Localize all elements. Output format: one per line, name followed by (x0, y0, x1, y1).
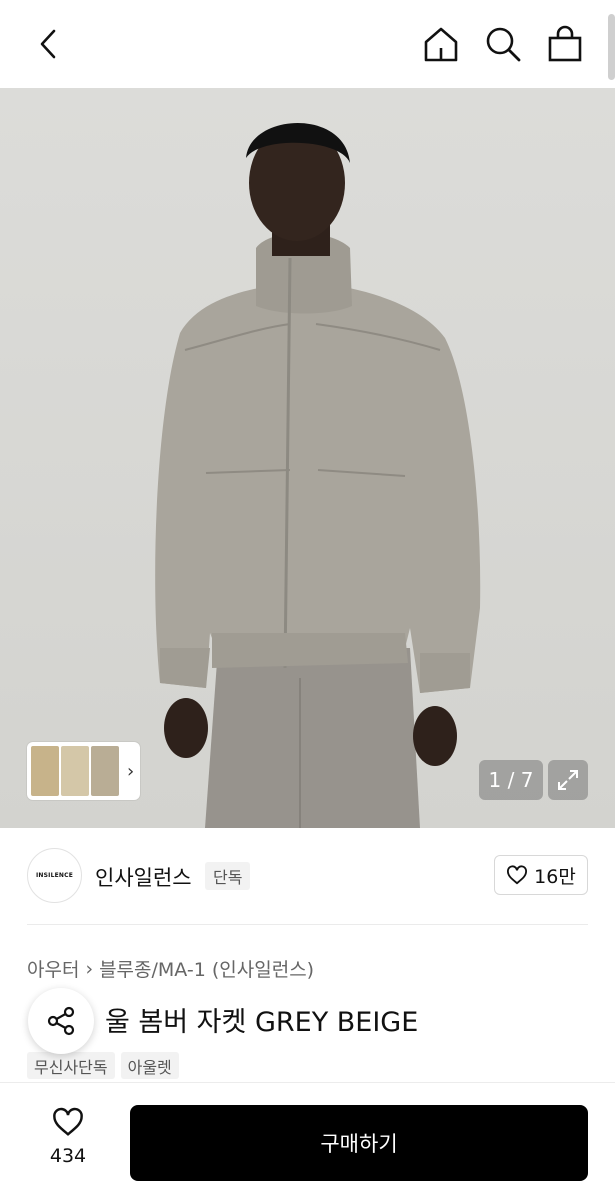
wishlist-count: 434 (49, 1145, 87, 1167)
thumbnail-image[interactable] (91, 746, 119, 796)
chevron-left-icon (40, 29, 56, 59)
breadcrumb-item[interactable]: 아우터 (27, 955, 79, 982)
product-tags: 무신사단독 아울렛 (27, 1052, 179, 1079)
shopping-bag-icon (548, 25, 582, 62)
bottom-action-bar: 434 구매하기 (0, 1082, 615, 1200)
breadcrumb: 아우터 › 블루종/MA-1 (인사일런스) (27, 955, 314, 982)
home-icon (424, 27, 458, 62)
scroll-indicator[interactable] (608, 14, 615, 80)
chevron-right-icon: › (127, 760, 135, 782)
heart-icon (507, 865, 528, 885)
chevron-right-icon: › (85, 957, 94, 980)
divider (27, 924, 588, 925)
product-image-carousel[interactable]: › 1 / 7 (0, 88, 615, 828)
search-icon (486, 27, 521, 62)
product-tag: 아울렛 (120, 1052, 179, 1079)
product-photo (155, 123, 481, 828)
brand-logo[interactable]: INSILENCE (27, 848, 82, 903)
heart-icon (53, 1107, 83, 1136)
thumbnail-image[interactable] (61, 746, 89, 796)
cart-button[interactable] (545, 24, 585, 64)
share-button[interactable] (28, 988, 94, 1054)
thumbnail-strip[interactable]: › (27, 742, 140, 800)
brand-like-count: 16만 (534, 865, 576, 888)
product-title-text: 울 봄버 자켓 GREY BEIGE (105, 1007, 419, 1038)
product-tag: 무신사단독 (27, 1052, 115, 1079)
brand-row: INSILENCE 인사일런스 단독 16만 (27, 848, 588, 904)
expand-icon (558, 770, 578, 790)
buy-button[interactable]: 구매하기 (130, 1105, 588, 1181)
share-icon (47, 1006, 75, 1036)
expand-button[interactable] (548, 760, 588, 800)
home-button[interactable] (421, 24, 461, 64)
top-nav-bar (0, 0, 615, 88)
back-button[interactable] (28, 24, 68, 64)
thumbnail-image[interactable] (31, 746, 59, 796)
image-counter: 1 / 7 (479, 760, 543, 800)
breadcrumb-item[interactable]: 블루종/MA-1 (인사일런스) (99, 955, 314, 982)
brand-tag: 단독 (205, 862, 251, 890)
brand-name[interactable]: 인사일런스 (95, 862, 192, 892)
wishlist-button[interactable]: 434 (36, 1107, 100, 1167)
search-button[interactable] (483, 24, 523, 64)
brand-like-button[interactable]: 16만 (494, 855, 588, 895)
